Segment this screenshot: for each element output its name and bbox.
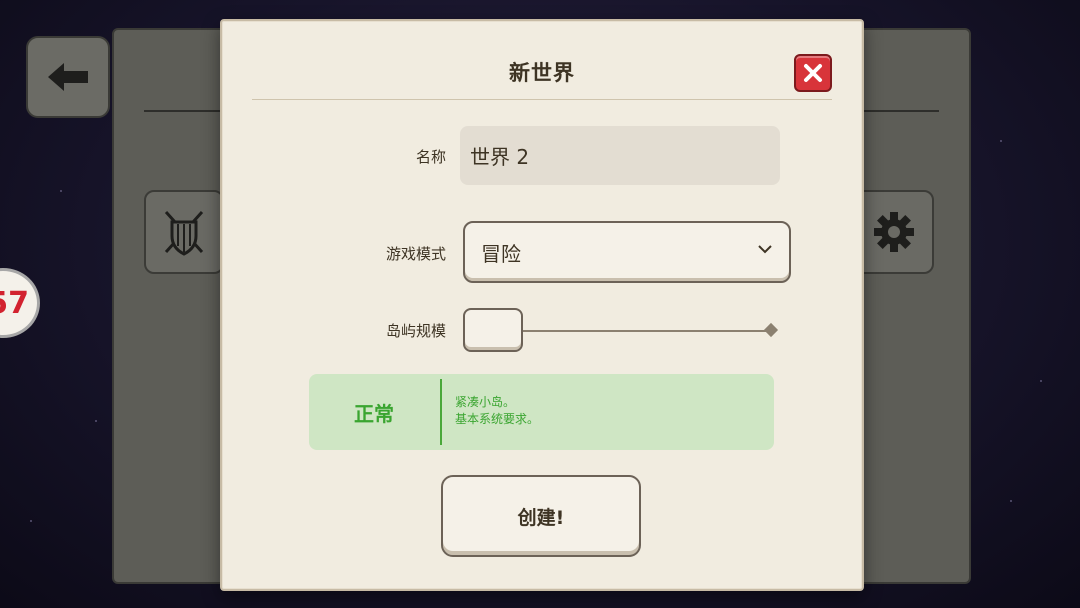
background-rule	[859, 110, 939, 112]
crossed-swords-shield-icon	[164, 210, 204, 256]
settings-tile-button[interactable]	[854, 190, 934, 274]
star	[30, 520, 32, 522]
star	[1040, 380, 1042, 382]
world-name-input[interactable]: 世界 2	[460, 126, 780, 185]
size-description: 紧凑小岛。 基本系统要求。	[455, 394, 539, 428]
gear-icon	[874, 212, 914, 252]
dialog-title: 新世界	[509, 61, 575, 85]
size-info-box: 正常 紧凑小岛。 基本系统要求。	[309, 374, 774, 450]
create-button[interactable]: 创建!	[441, 475, 641, 557]
info-divider	[440, 379, 442, 445]
chevron-down-icon	[758, 245, 772, 254]
star	[1000, 140, 1002, 142]
slider-end-marker	[763, 322, 779, 338]
side-badge[interactable]: 57	[0, 268, 40, 338]
title-divider	[252, 99, 832, 100]
new-world-dialog: 新世界 名称 世界 2 游戏模式 冒险 岛屿规模 正常 紧凑小岛。 基本系统要求…	[220, 19, 864, 591]
island-size-label: 岛屿规模	[385, 322, 446, 340]
back-button[interactable]	[26, 36, 110, 118]
game-mode-value: 冒险	[481, 241, 521, 266]
name-label: 名称	[415, 148, 446, 166]
close-x-icon	[804, 64, 822, 82]
size-description-line-2: 基本系统要求。	[455, 412, 540, 426]
badge-text: 57	[0, 285, 29, 321]
close-button[interactable]	[794, 54, 832, 92]
size-description-line-1: 紧凑小岛。	[455, 395, 516, 409]
star	[60, 190, 62, 192]
island-size-slider-thumb[interactable]	[463, 308, 523, 352]
star	[95, 420, 97, 422]
game-mode-select[interactable]: 冒险	[463, 221, 791, 283]
size-status: 正常	[354, 401, 394, 426]
game-mode-label: 游戏模式	[385, 245, 446, 263]
star	[1010, 500, 1012, 502]
arrow-left-icon	[48, 63, 88, 91]
mode-tile-button[interactable]	[144, 190, 224, 274]
island-size-track[interactable]	[518, 330, 770, 332]
